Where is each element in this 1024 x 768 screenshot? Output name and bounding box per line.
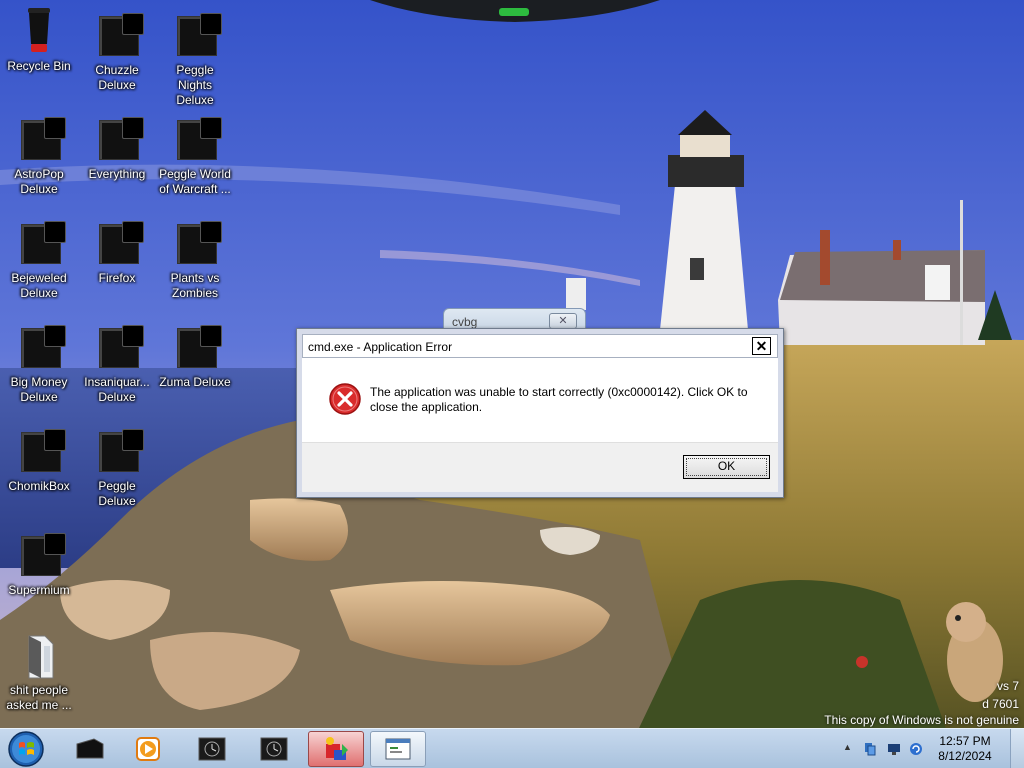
display-icon[interactable] (887, 742, 901, 756)
app-shortcut-icon (15, 428, 66, 476)
desktop-icon-label: Recycle Bin (7, 59, 71, 73)
desktop-icon-recycle-bin[interactable]: Recycle Bin (0, 8, 78, 74)
dialog-titlebar[interactable]: cmd.exe - Application Error ✕ (302, 334, 778, 358)
app-shortcut-icon (15, 116, 66, 164)
app-shortcut-icon (93, 12, 144, 60)
app-shortcut-icon (93, 324, 144, 372)
error-icon (329, 383, 361, 415)
desktop-icon-supermium[interactable]: Supermium (0, 532, 78, 598)
window-app-icon (385, 738, 411, 760)
dialog-title: cmd.exe - Application Error (308, 340, 453, 354)
windows-orb-icon (8, 731, 44, 767)
desktop-icon-chuzzle-deluxe[interactable]: Chuzzle Deluxe (78, 12, 156, 93)
desktop-icon-label: shit people asked me ... (6, 683, 72, 712)
system-tray: ▲ 12:57 PM 8/12/2024 (839, 729, 1024, 768)
show-hidden-icons-button[interactable]: ▲ (843, 742, 852, 752)
desktop-icon-big-money-deluxe[interactable]: Big Money Deluxe (0, 324, 78, 405)
desktop-icon-chomikbox[interactable]: ChomikBox (0, 428, 78, 494)
desktop-icon-everything[interactable]: Everything (78, 116, 156, 182)
watermark-genuine-notice: This copy of Windows is not genuine (824, 713, 1019, 727)
desktop-icon-label: Peggle World of Warcraft ... (159, 167, 231, 196)
document-icon (15, 632, 63, 680)
app-shortcut-icon (93, 220, 144, 268)
taskbar: ▲ 12:57 PM 8/12/2024 (0, 728, 1024, 768)
media-player-icon (136, 737, 160, 761)
desktop-icon-astropop-deluxe[interactable]: AstroPop Deluxe (0, 116, 78, 197)
taskbar-window-app[interactable] (370, 731, 426, 767)
app-shortcut-icon (93, 428, 144, 476)
clock-date: 8/12/2024 (938, 749, 992, 763)
watermark-build: d 7601 (982, 697, 1019, 711)
taskbar-colorful-app[interactable] (308, 731, 364, 767)
error-message: The application was unable to start corr… (370, 385, 748, 414)
taskbar-clock-app-2[interactable] (246, 731, 302, 767)
desktop-icon-peggle-deluxe[interactable]: Peggle Deluxe (78, 428, 156, 509)
update-icon[interactable] (909, 742, 923, 756)
recycle-bin-icon (15, 8, 63, 56)
desktop-icon-peggle-nights-deluxe[interactable]: Peggle Nights Deluxe (156, 12, 234, 108)
ok-button[interactable]: OK (683, 455, 770, 479)
app-shortcut-icon (171, 220, 222, 268)
window-title: cvbg (452, 315, 478, 329)
start-button[interactable] (5, 730, 47, 768)
close-button[interactable]: ✕ (549, 313, 577, 329)
colorful-app-icon (326, 737, 348, 760)
desktop-icon-label: Insaniquar... Deluxe (84, 375, 150, 404)
network-icon[interactable] (863, 742, 877, 756)
desktop-icon-label: Bejeweled Deluxe (11, 271, 67, 300)
taskbar-app-dark[interactable] (62, 731, 118, 767)
desktop-icon-label: Peggle Nights Deluxe (176, 63, 214, 107)
app-shortcut-icon (15, 220, 66, 268)
desktop-icon-label: Everything (88, 167, 146, 181)
taskbar-clock-app-1[interactable] (184, 731, 240, 767)
app-shortcut-icon (171, 324, 222, 372)
app-shortcut-icon (15, 324, 66, 372)
desktop-icon-bejeweled-deluxe[interactable]: Bejeweled Deluxe (0, 220, 78, 301)
desktop-icon-label: Supermium (8, 583, 70, 597)
desktop-icon-insaniquarium-deluxe[interactable]: Insaniquar... Deluxe (78, 324, 156, 405)
clock-time: 12:57 PM (939, 734, 991, 748)
show-desktop-button[interactable] (1010, 729, 1024, 768)
desktop-icon-label: AstroPop Deluxe (14, 167, 64, 196)
clock-app-icon (260, 737, 288, 761)
app-shortcut-icon (171, 12, 222, 60)
dialog-footer: OK (302, 442, 778, 492)
desktop-icon-label: Firefox (98, 271, 136, 285)
app-shortcut-icon (171, 116, 222, 164)
desktop-icon-peggle-world-of-warcraft[interactable]: Peggle World of Warcraft ... (156, 116, 234, 197)
application-error-dialog[interactable]: cmd.exe - Application Error ✕ The applic… (296, 328, 784, 498)
taskbar-media-player[interactable] (120, 731, 176, 767)
desktop-icon-plants-vs-zombies[interactable]: Plants vs Zombies (156, 220, 234, 301)
app-dark-icon (76, 738, 104, 759)
desktop-icon-label: Chuzzle Deluxe (95, 63, 139, 92)
desktop-icon-zuma-deluxe[interactable]: Zuma Deluxe (156, 324, 234, 390)
desktop-icon-label: Big Money Deluxe (10, 375, 68, 404)
desktop-icon-label: Peggle Deluxe (98, 479, 136, 508)
close-button[interactable]: ✕ (752, 337, 771, 355)
clock-app-icon (198, 737, 226, 761)
watermark-line: vs 7 (996, 679, 1019, 693)
app-shortcut-icon (15, 532, 66, 580)
dialog-body: The application was unable to start corr… (302, 358, 778, 442)
desktop-icon-label: ChomikBox (8, 479, 70, 493)
desktop-icon-text-file[interactable]: shit people asked me ... (0, 632, 78, 713)
tray-clock[interactable]: 12:57 PM 8/12/2024 (932, 734, 998, 764)
desktop-icon-firefox[interactable]: Firefox (78, 220, 156, 286)
desktop-icon-label: Plants vs Zombies (170, 271, 220, 300)
app-shortcut-icon (93, 116, 144, 164)
desktop-icon-label: Zuma Deluxe (159, 375, 231, 389)
